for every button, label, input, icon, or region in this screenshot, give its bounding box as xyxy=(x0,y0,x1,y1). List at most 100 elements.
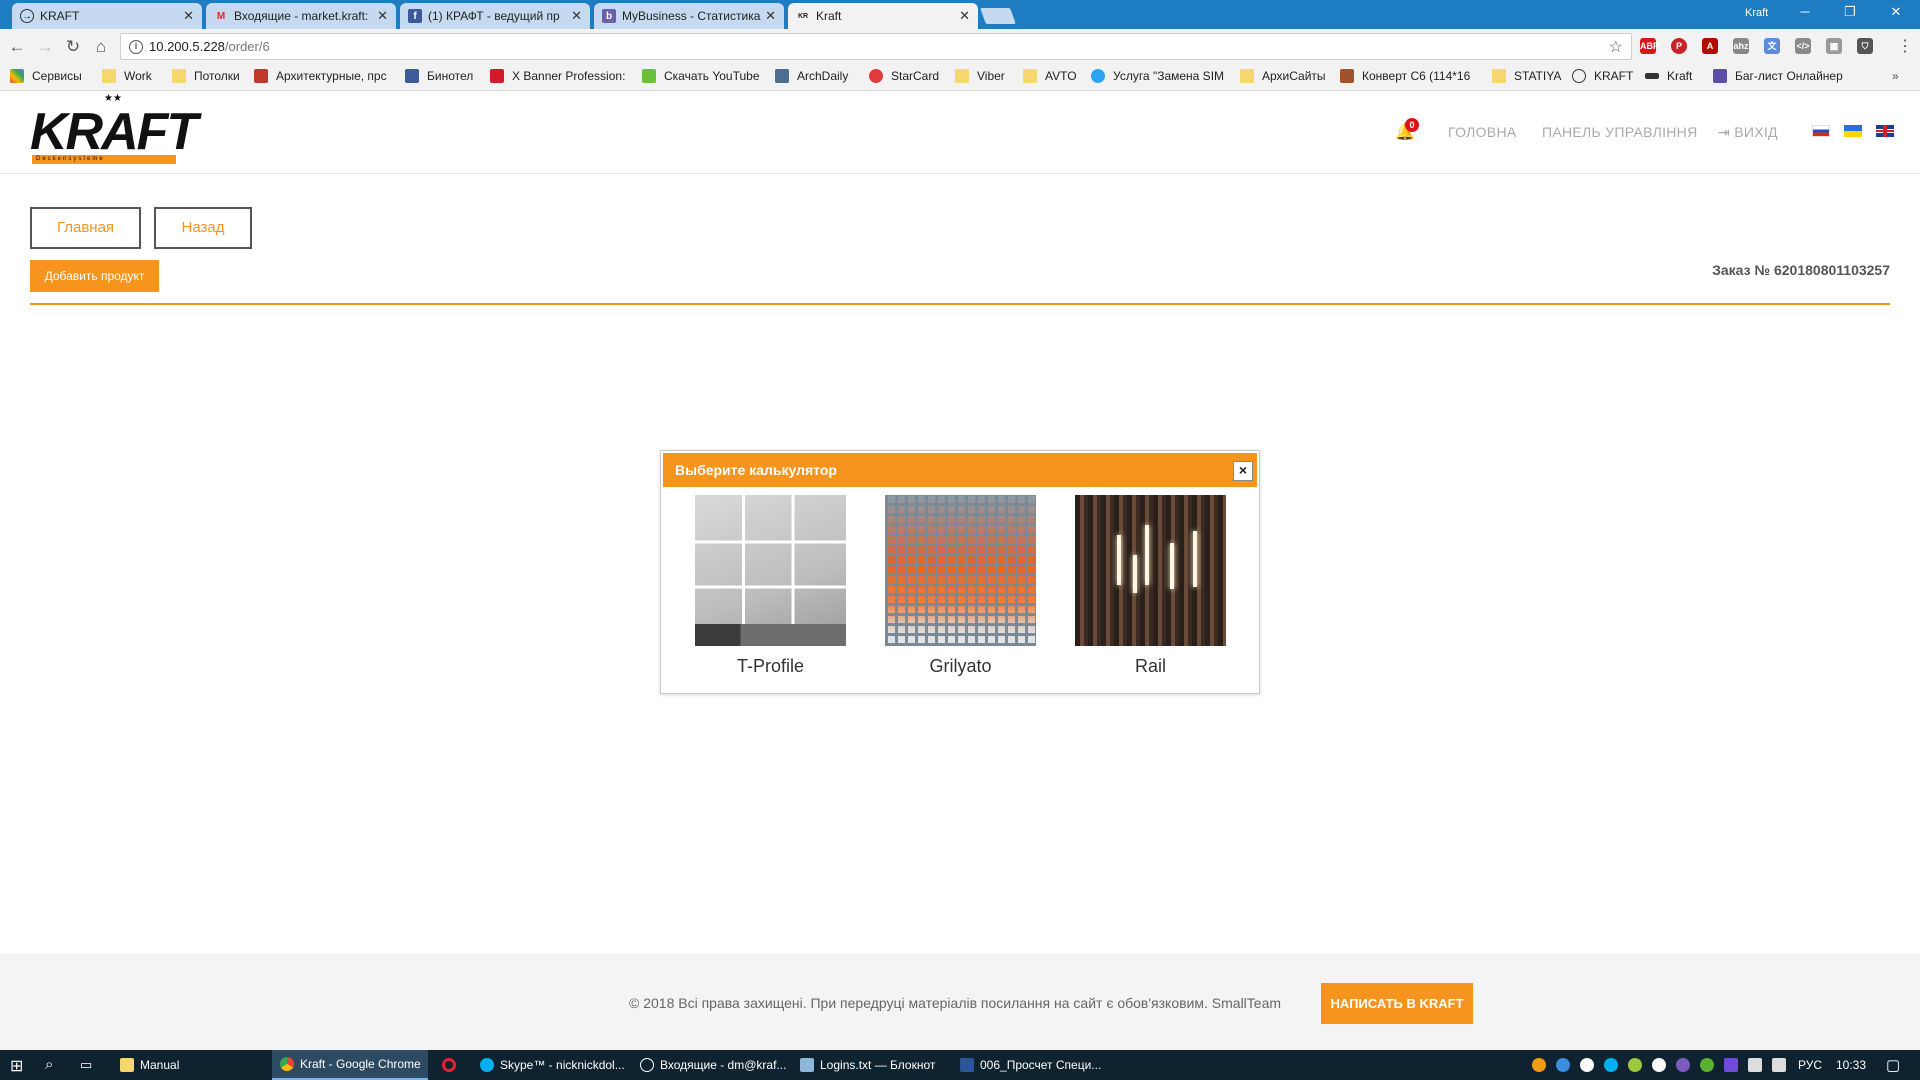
reload-icon[interactable]: ↻ xyxy=(62,36,84,58)
browser-tab-strip: → KRAFT ✕ M Входящие - market.kraft: ✕ f… xyxy=(0,0,1920,29)
nav-dashboard[interactable]: ПАНЕЛЬ УПРАВЛІННЯ xyxy=(1542,124,1698,140)
search-icon[interactable]: ⌕ xyxy=(45,1056,53,1073)
volume-icon[interactable] xyxy=(1772,1058,1786,1072)
bookmark-item[interactable]: Услуга "Замена SIM xyxy=(1091,69,1225,83)
flag-ua-icon[interactable] xyxy=(1844,125,1862,137)
taskbar-item-active[interactable]: Kraft - Google Chrome xyxy=(272,1050,428,1080)
browser-tab[interactable]: b MyBusiness - Статистика ✕ xyxy=(594,3,784,29)
close-icon[interactable]: ✕ xyxy=(959,8,970,24)
minimize-icon[interactable]: ─ xyxy=(1795,4,1815,19)
bookmark-item[interactable]: AVTO xyxy=(1023,69,1077,83)
browser-tab-active[interactable]: KR Kraft ✕ xyxy=(788,3,978,29)
translate-icon[interactable]: 文 xyxy=(1764,38,1780,54)
skype-tray-icon[interactable] xyxy=(1604,1058,1618,1072)
bookmark-item[interactable]: Архитектурные, прс xyxy=(254,69,390,83)
bookmark-item[interactable]: StarCard xyxy=(869,69,939,83)
taskbar-item[interactable]: Logins.txt — Блокнот xyxy=(792,1050,948,1080)
bookmark-star-icon[interactable]: ☆ xyxy=(1609,37,1623,57)
gmail-icon: M xyxy=(216,10,226,22)
kraft-logo[interactable]: ★★ KRAFT Deckensysteme xyxy=(30,93,198,165)
write-kraft-button[interactable]: НАПИСАТЬ В KRAFT xyxy=(1321,983,1473,1024)
tray-app-icon[interactable] xyxy=(1556,1058,1570,1072)
grilyato-image[interactable] xyxy=(885,495,1036,646)
flag-ru-icon[interactable] xyxy=(1812,125,1830,137)
taskbar-item[interactable] xyxy=(434,1050,470,1080)
tray-app-icon[interactable] xyxy=(1700,1058,1714,1072)
tab-title: Входящие - market.kraft: xyxy=(234,9,369,23)
tray-app-icon[interactable] xyxy=(1628,1058,1642,1072)
close-icon[interactable]: ✕ xyxy=(571,8,582,24)
bookmark-item[interactable]: АрхиСайты xyxy=(1240,69,1326,83)
bookmark-item[interactable]: Work xyxy=(102,69,152,83)
notifications-icon[interactable]: ▢ xyxy=(1886,1056,1900,1074)
adblock-icon[interactable]: ABP xyxy=(1640,38,1659,54)
home-icon[interactable]: ⌂ xyxy=(90,36,112,58)
viber-tray-icon[interactable] xyxy=(1676,1058,1690,1072)
tray-app-icon[interactable] xyxy=(1532,1058,1546,1072)
bookmark-item[interactable]: ArchDaily xyxy=(775,69,848,83)
pdf-icon[interactable]: A xyxy=(1702,38,1718,54)
network-icon[interactable] xyxy=(1748,1058,1762,1072)
code-icon[interactable]: </> xyxy=(1795,38,1811,54)
bookmark-item[interactable]: Сервисы xyxy=(10,69,82,83)
calculator-option-grilyato[interactable]: Grilyato xyxy=(885,495,1036,677)
calculator-label[interactable]: T-Profile xyxy=(695,656,846,677)
back-icon[interactable]: ← xyxy=(6,36,28,58)
bookmark-item[interactable]: Потолки xyxy=(172,69,240,83)
bookmark-item[interactable]: X Banner Profession: xyxy=(490,69,628,83)
flag-en-icon[interactable] xyxy=(1876,125,1894,137)
calculator-label[interactable]: Grilyato xyxy=(885,656,1036,677)
nav-logout[interactable]: ⇥ ВИХІД xyxy=(1718,124,1778,141)
rail-image[interactable] xyxy=(1075,495,1226,646)
nav-home[interactable]: ГОЛОВНА xyxy=(1448,124,1517,140)
calculator-option-rail[interactable]: Rail xyxy=(1075,495,1226,677)
bookmark-item[interactable]: KRAFT xyxy=(1572,69,1633,83)
close-icon[interactable]: ✕ xyxy=(183,8,194,24)
close-icon[interactable]: ✕ xyxy=(377,8,388,24)
binotel-icon xyxy=(405,69,419,83)
chrome-icon xyxy=(280,1057,294,1071)
extension-icon[interactable]: ▦ xyxy=(1826,38,1842,54)
taskbar-item[interactable]: 006_Просчет Специ... xyxy=(952,1050,1108,1080)
bookmark-item[interactable]: STATIYA xyxy=(1492,69,1561,83)
add-product-button[interactable]: Добавить продукт xyxy=(30,260,159,292)
pinterest-icon[interactable]: P xyxy=(1671,38,1687,54)
taskbar-item[interactable]: Входящие - dm@kraf... xyxy=(632,1050,788,1080)
menu-icon[interactable]: ⋮ xyxy=(1897,36,1913,56)
bookmark-item[interactable]: Бинотел xyxy=(405,69,473,83)
windows-start-icon[interactable]: ⊞ xyxy=(10,1056,23,1076)
ahrefs-icon[interactable]: ahz xyxy=(1733,38,1749,54)
forward-icon[interactable]: → xyxy=(34,36,56,58)
browser-tab[interactable]: M Входящие - market.kraft: ✕ xyxy=(206,3,396,29)
browser-tab[interactable]: f (1) КРАФТ - ведущий пр ✕ xyxy=(400,3,590,29)
close-window-icon[interactable]: ✕ xyxy=(1886,4,1906,20)
taskbar-item[interactable]: Manual xyxy=(112,1050,268,1080)
bookmark-item[interactable]: Баг-лист Онлайнер xyxy=(1713,69,1843,83)
site-info-icon[interactable]: i xyxy=(129,39,143,54)
bookmark-item[interactable]: Viber xyxy=(955,69,1005,83)
bookmark-item[interactable]: Скачать YouTube xyxy=(642,69,760,83)
bookmark-item[interactable]: Kraft xyxy=(1645,69,1692,83)
bookmark-item[interactable]: Конверт C6 (114*16 xyxy=(1340,69,1476,83)
cloud-icon[interactable] xyxy=(1580,1058,1594,1072)
back-button[interactable]: Назад xyxy=(154,207,252,249)
tray-app-icon[interactable] xyxy=(1724,1058,1738,1072)
calculator-label[interactable]: Rail xyxy=(1075,656,1226,677)
new-tab-button[interactable] xyxy=(980,8,1016,24)
browser-tab[interactable]: → KRAFT ✕ xyxy=(12,3,202,29)
close-icon[interactable]: × xyxy=(1233,461,1253,481)
task-view-icon[interactable]: ▭ xyxy=(80,1057,92,1073)
input-language[interactable]: РУС xyxy=(1798,1058,1822,1072)
profile-name[interactable]: Kraft xyxy=(1745,7,1768,19)
t-profile-image[interactable] xyxy=(695,495,846,646)
info-tray-icon[interactable] xyxy=(1652,1058,1666,1072)
more-bookmarks-icon[interactable]: » xyxy=(1892,69,1899,83)
restore-icon[interactable]: ❐ xyxy=(1840,4,1860,20)
calculator-option-t-profile[interactable]: T-Profile xyxy=(695,495,846,677)
shield-icon[interactable]: ⛉ xyxy=(1857,38,1873,54)
address-bar[interactable]: i 10.200.5.228/order/6 ☆ xyxy=(120,33,1632,60)
close-icon[interactable]: ✕ xyxy=(765,8,776,24)
main-button[interactable]: Главная xyxy=(30,207,141,249)
taskbar-item[interactable]: Skype™ - nicknickdol... xyxy=(472,1050,628,1080)
clock[interactable]: 10:33 xyxy=(1836,1058,1866,1072)
